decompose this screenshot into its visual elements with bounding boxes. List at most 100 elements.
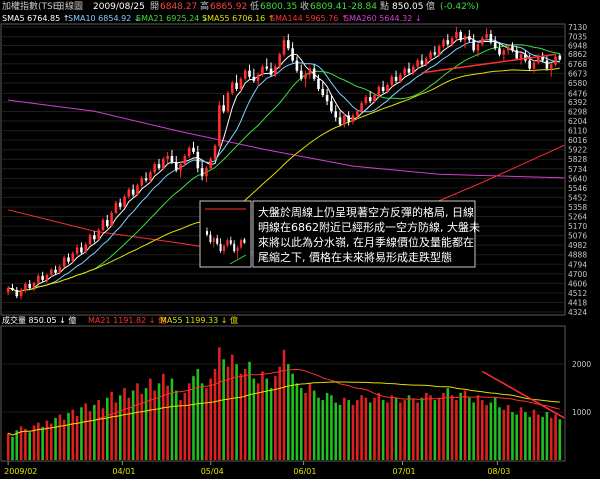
stock-chart-window: 加權指數(TSE) 日線圖 2009/08/25 開 6848.27 高 686… bbox=[0, 0, 600, 479]
volume-bar bbox=[230, 354, 234, 460]
volume-bar bbox=[170, 378, 174, 460]
candle-body bbox=[123, 196, 126, 207]
inset-candle-body bbox=[240, 240, 242, 248]
volume-bar bbox=[455, 400, 458, 460]
volume-bar bbox=[437, 397, 441, 460]
candle-body bbox=[308, 68, 312, 75]
date-tick-label: 08/03 bbox=[487, 467, 510, 476]
volume-unit: 億 bbox=[426, 0, 435, 12]
volume-bar bbox=[261, 371, 264, 460]
candle-body bbox=[403, 68, 406, 75]
candle-body bbox=[407, 68, 411, 73]
candle-body bbox=[15, 290, 19, 297]
price-tick-label: 6392 bbox=[568, 98, 587, 107]
candle-body bbox=[321, 88, 325, 96]
candle-body bbox=[226, 93, 230, 112]
candle-body bbox=[493, 42, 497, 49]
annotation-group: 大盤於周線上仍呈現著空方反彈的格局, 日線 明線在6862附近已經形成一空方防線… bbox=[199, 200, 480, 268]
candle-body bbox=[174, 162, 178, 171]
volume-bar bbox=[131, 390, 135, 460]
candle-body bbox=[256, 74, 260, 81]
period-label: 日線圖 bbox=[56, 0, 83, 12]
candle-body bbox=[554, 56, 557, 65]
price-tick-label: 5828 bbox=[568, 155, 587, 164]
candle-body bbox=[498, 48, 501, 55]
candle-body bbox=[355, 111, 359, 116]
candle-body bbox=[127, 189, 131, 197]
price-tick-label: 4418 bbox=[568, 298, 587, 307]
ma-legend-sma144: SMA144 5965.76 ↑ bbox=[270, 14, 348, 23]
volume-bar bbox=[71, 409, 75, 460]
candle-body bbox=[209, 159, 213, 169]
volume-bar bbox=[127, 397, 131, 460]
volume-bar bbox=[429, 395, 432, 460]
candle-body bbox=[265, 66, 269, 69]
volume-bar bbox=[511, 412, 514, 460]
volume-value: 850.05 bbox=[392, 2, 424, 12]
volume-bar bbox=[149, 378, 152, 460]
candle-body bbox=[386, 84, 389, 91]
price-tick-label: 4324 bbox=[568, 308, 587, 317]
open-label: 開 bbox=[150, 1, 159, 12]
price-tick-label: 6862 bbox=[568, 50, 587, 59]
volume-bar bbox=[485, 404, 488, 460]
volume-bar bbox=[28, 432, 31, 460]
inset-candle-body bbox=[233, 243, 236, 252]
price-tick-label: 7130 bbox=[568, 23, 587, 32]
price-tick-label: 6110 bbox=[568, 127, 587, 136]
annotation-line-4: 尾縮之下, 價格在未來將易形成走跌型態 bbox=[258, 250, 452, 264]
volume-bar bbox=[144, 388, 148, 460]
candle-body bbox=[433, 52, 437, 55]
change-label: 點 bbox=[380, 0, 389, 12]
candle-body bbox=[334, 111, 338, 118]
volume-bar bbox=[472, 402, 475, 460]
candle-body bbox=[183, 155, 187, 165]
candle-body bbox=[37, 275, 40, 283]
ma-legend-sma5: SMA5 6764.85 ↑ bbox=[2, 14, 69, 23]
price-tick-label: 5076 bbox=[568, 232, 587, 241]
volume-bar bbox=[403, 400, 406, 460]
index-name: 加權指數(TSE) bbox=[2, 0, 62, 12]
volume-bar bbox=[506, 404, 510, 460]
candle-body bbox=[360, 103, 363, 112]
volume-tick-label: 2000 bbox=[572, 360, 591, 369]
volume-bar bbox=[88, 411, 92, 460]
volume-bar bbox=[377, 392, 381, 460]
candle-body bbox=[476, 44, 480, 51]
inset-candle-body bbox=[243, 239, 246, 243]
volume-bar bbox=[110, 391, 113, 460]
price-tick-label: 4982 bbox=[568, 241, 587, 250]
close-label: 收 bbox=[300, 0, 309, 12]
inset-candle-body bbox=[229, 240, 232, 244]
volume-bar bbox=[101, 408, 105, 460]
candle-body bbox=[101, 219, 105, 231]
volume-axis: 2000 1000 bbox=[572, 360, 591, 417]
candle-body bbox=[19, 290, 23, 297]
candle-body bbox=[97, 230, 100, 240]
volume-bar bbox=[360, 395, 363, 460]
candle-body bbox=[187, 147, 191, 156]
candle-body bbox=[502, 50, 506, 55]
volume-bar bbox=[248, 361, 251, 460]
volume-bar bbox=[407, 395, 411, 460]
price-tick-label: 5922 bbox=[568, 146, 587, 155]
candle-body bbox=[243, 70, 247, 79]
low-value: 6800.35 bbox=[260, 2, 297, 12]
candle-body bbox=[218, 105, 221, 146]
date-axis: 2009/02 04/01 05/04 06/01 07/01 08/03 bbox=[4, 461, 510, 476]
candle-body bbox=[399, 74, 402, 81]
volume-bar bbox=[558, 419, 562, 460]
inset-candle-body bbox=[236, 247, 239, 252]
volume-bar bbox=[368, 402, 372, 460]
volume-bar bbox=[493, 397, 497, 460]
volume-bar bbox=[15, 430, 19, 460]
price-tick-label: 4700 bbox=[568, 270, 587, 279]
candle-body bbox=[261, 66, 264, 75]
candle-body bbox=[412, 66, 415, 73]
volume-legend: 成交量 850.05 ↓ 億 MA21 1191.82 ↓ 億MA55 1199.… bbox=[2, 315, 238, 325]
volume-bar bbox=[243, 368, 247, 460]
volume-bar bbox=[235, 364, 238, 460]
volume-bar bbox=[75, 415, 79, 460]
volume-bar bbox=[450, 395, 454, 460]
volume-bar bbox=[11, 437, 14, 460]
